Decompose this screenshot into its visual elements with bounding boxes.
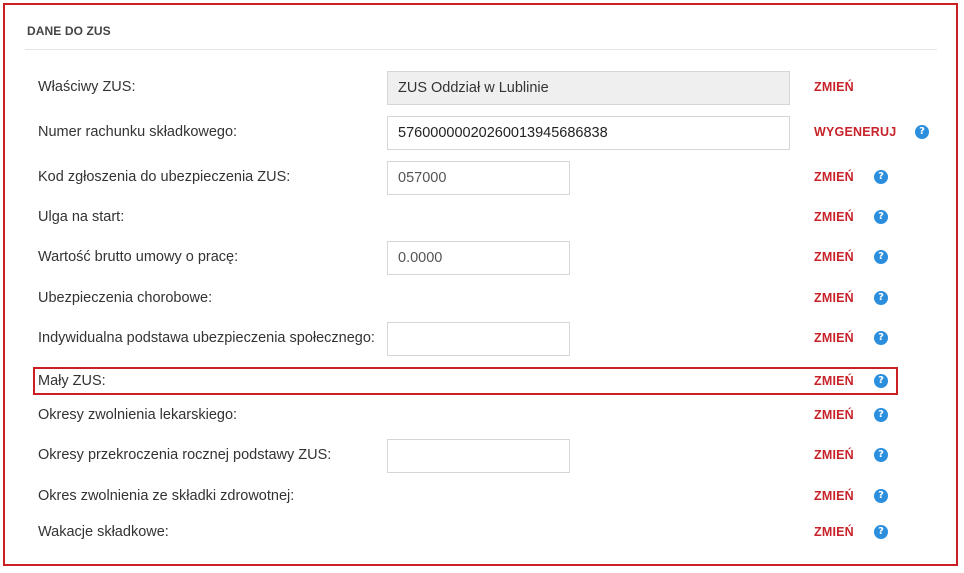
row-okresy-zwolnienia: Okresy zwolnienia lekarskiego: ZMIEŃ ? xyxy=(34,399,898,431)
row-numer-rachunku: Numer rachunku składkowego: 576000000202… xyxy=(34,116,929,150)
row-label: Numer rachunku składkowego: xyxy=(38,124,238,140)
help-icon[interactable]: ? xyxy=(874,250,888,264)
row-label: Okres zwolnienia ze składki zdrowotnej: xyxy=(38,488,295,504)
help-icon[interactable]: ? xyxy=(874,170,888,184)
row-label: Okresy przekroczenia rocznej podstawy ZU… xyxy=(38,447,332,463)
gross-value-input[interactable]: 0.0000 xyxy=(387,241,570,275)
change-button[interactable]: ZMIEŃ xyxy=(814,374,854,388)
row-indywidualna-podstawa: Indywidualna podstawa ubezpieczenia społ… xyxy=(34,322,898,356)
row-ubezpieczenia-chorobowe: Ubezpieczenia chorobowe: ZMIEŃ ? xyxy=(34,282,898,314)
row-kod-zgloszenia: Kod zgłoszenia do ubezpieczenia ZUS: 057… xyxy=(34,161,898,195)
help-icon[interactable]: ? xyxy=(874,210,888,224)
row-okresy-przekroczenia: Okresy przekroczenia rocznej podstawy ZU… xyxy=(34,439,898,473)
row-maly-zus: Mały ZUS: ZMIEŃ ? xyxy=(34,365,898,397)
exceed-periods-input[interactable] xyxy=(387,439,570,473)
change-button[interactable]: ZMIEŃ xyxy=(814,170,854,184)
row-label: Wakacje składkowe: xyxy=(38,524,169,540)
row-label: Kod zgłoszenia do ubezpieczenia ZUS: xyxy=(38,169,291,185)
row-label: Ubezpieczenia chorobowe: xyxy=(38,290,213,306)
row-label: Mały ZUS: xyxy=(38,373,106,389)
generate-button[interactable]: WYGENERUJ xyxy=(814,125,896,139)
registration-code-input[interactable]: 057000 xyxy=(387,161,570,195)
individual-base-input[interactable] xyxy=(387,322,570,356)
row-wlasciwy-zus: Właściwy ZUS: ZUS Oddział w Lublinie ZMI… xyxy=(34,71,898,105)
row-ulga-na-start: Ulga na start: ZMIEŃ ? xyxy=(34,201,898,233)
change-button[interactable]: ZMIEŃ xyxy=(814,448,854,462)
row-label: Wartość brutto umowy o pracę: xyxy=(38,249,239,265)
help-icon[interactable]: ? xyxy=(874,489,888,503)
change-button[interactable]: ZMIEŃ xyxy=(814,291,854,305)
wlasciwy-zus-field: ZUS Oddział w Lublinie xyxy=(387,71,790,105)
account-number-input[interactable]: 57600000020260013945686838 xyxy=(387,116,790,150)
help-icon[interactable]: ? xyxy=(874,408,888,422)
row-zwolnienie-zdrowotna: Okres zwolnienia ze składki zdrowotnej: … xyxy=(34,480,898,512)
change-button[interactable]: ZMIEŃ xyxy=(814,331,854,345)
change-button[interactable]: ZMIEŃ xyxy=(814,408,854,422)
change-button[interactable]: ZMIEŃ xyxy=(814,210,854,224)
row-wakacje-skladkowe: Wakacje składkowe: ZMIEŃ ? xyxy=(34,516,898,548)
row-wartosc-brutto: Wartość brutto umowy o pracę: 0.0000 ZMI… xyxy=(34,241,898,275)
row-label: Indywidualna podstawa ubezpieczenia społ… xyxy=(38,330,375,346)
help-icon[interactable]: ? xyxy=(874,331,888,345)
row-label: Ulga na start: xyxy=(38,209,125,225)
change-button[interactable]: ZMIEŃ xyxy=(814,489,854,503)
change-button[interactable]: ZMIEŃ xyxy=(814,80,854,94)
row-label: Właściwy ZUS: xyxy=(38,79,136,95)
section-title: DANE DO ZUS xyxy=(27,24,111,38)
section-divider xyxy=(25,49,937,50)
help-icon[interactable]: ? xyxy=(874,525,888,539)
help-icon[interactable]: ? xyxy=(874,291,888,305)
help-icon[interactable]: ? xyxy=(874,448,888,462)
help-icon[interactable]: ? xyxy=(874,374,888,388)
row-label: Okresy zwolnienia lekarskiego: xyxy=(38,407,238,423)
change-button[interactable]: ZMIEŃ xyxy=(814,525,854,539)
help-icon[interactable]: ? xyxy=(915,125,929,139)
change-button[interactable]: ZMIEŃ xyxy=(814,250,854,264)
